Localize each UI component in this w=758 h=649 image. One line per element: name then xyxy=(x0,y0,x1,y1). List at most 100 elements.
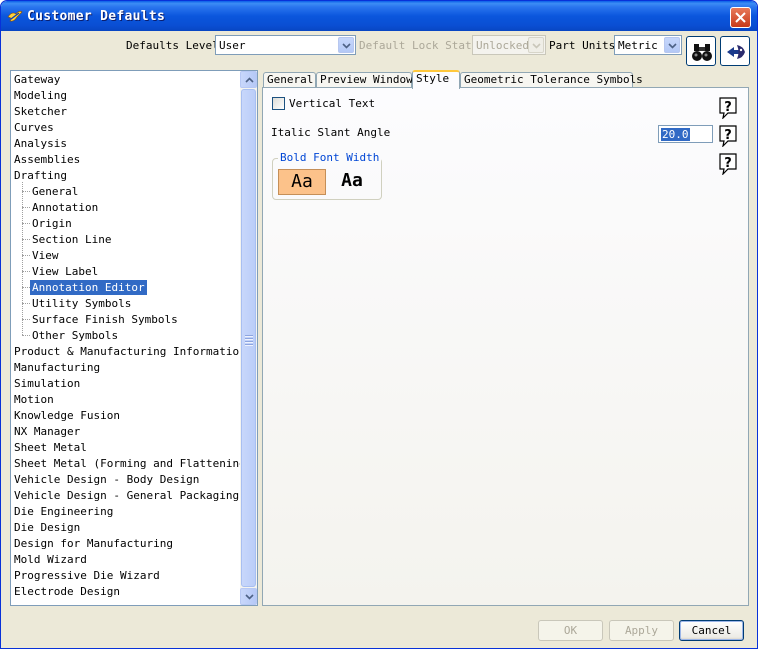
scroll-thumb[interactable] xyxy=(241,89,256,587)
tab-general[interactable]: General xyxy=(263,72,316,88)
tree-item[interactable]: Motion xyxy=(12,392,56,407)
tree-connector xyxy=(22,319,30,320)
window-title: Customer Defaults xyxy=(27,9,166,24)
tree-item[interactable]: Origin xyxy=(30,216,74,231)
defaults-level-label: Defaults Level xyxy=(126,39,219,52)
tree-item[interactable]: Gateway xyxy=(12,72,62,87)
chevron-down-icon xyxy=(342,43,351,49)
tree-item[interactable]: Sheet Metal xyxy=(12,440,89,455)
title-bar[interactable]: Customer Defaults xyxy=(1,1,757,31)
tree-item[interactable]: Surface Finish Symbols xyxy=(30,312,180,327)
svg-text:?: ? xyxy=(724,156,732,171)
question-help-icon[interactable]: ? xyxy=(718,153,738,175)
part-units-dropdown-button[interactable] xyxy=(664,37,680,53)
tree-item[interactable]: Section Line xyxy=(30,232,113,247)
close-icon xyxy=(735,12,746,23)
italic-slant-angle-input[interactable]: 20.0 xyxy=(658,125,713,143)
part-units-select[interactable]: Metric xyxy=(614,35,682,55)
bold-width-normal-button[interactable]: Aa xyxy=(278,169,326,195)
app-logo-icon xyxy=(7,11,23,22)
scroll-up-button[interactable] xyxy=(240,71,257,88)
part-units-value: Metric xyxy=(618,39,658,52)
tree-item[interactable]: Manufacturing xyxy=(12,360,102,375)
bold-width-thick-button[interactable]: Aa xyxy=(328,169,376,195)
tree-item[interactable]: Vehicle Design - General Packaging xyxy=(12,488,241,503)
tree-connector xyxy=(22,207,30,208)
chevron-down-icon xyxy=(668,43,677,49)
tree-item[interactable]: Mold Wizard xyxy=(12,552,89,567)
defaults-level-value: User xyxy=(219,39,246,52)
chevron-up-icon xyxy=(245,77,254,83)
tree-connector xyxy=(22,287,30,288)
tree-item[interactable]: Modeling xyxy=(12,88,69,103)
tree-connector xyxy=(22,239,30,240)
chevron-down-icon xyxy=(245,594,254,600)
bold-font-width-group: Bold Font Width Aa Aa xyxy=(272,151,382,200)
tree-item[interactable]: Die Engineering xyxy=(12,504,115,519)
tree-item[interactable]: Drafting xyxy=(12,168,69,183)
ok-button[interactable]: OK xyxy=(538,620,603,641)
svg-text:?: ? xyxy=(724,100,732,115)
lock-state-value: Unlocked xyxy=(476,39,529,52)
tree-item[interactable]: Product & Manufacturing Information xyxy=(12,344,248,359)
tree-item[interactable]: Electrode Design xyxy=(12,584,122,599)
tree-connector xyxy=(22,223,30,224)
cancel-button[interactable]: Cancel xyxy=(679,620,744,641)
style-tab-panel: Vertical Text ? Italic Slant Angle 20.0 … xyxy=(262,87,749,606)
tree-item[interactable]: View xyxy=(30,248,61,263)
tree-connector xyxy=(22,303,30,304)
category-tree[interactable]: Gateway Modeling Sketcher Curves Analysis Ass… xyxy=(10,70,258,606)
tree-item[interactable]: Annotation Editor xyxy=(30,280,147,295)
scroll-down-button[interactable] xyxy=(240,588,257,605)
tree-item[interactable]: Assemblies xyxy=(12,152,82,167)
question-help-icon[interactable]: ? xyxy=(718,125,738,147)
tree-item[interactable]: Knowledge Fusion xyxy=(12,408,122,423)
tree-item[interactable]: Simulation xyxy=(12,376,82,391)
part-units-label: Part Units xyxy=(549,39,616,52)
vertical-text-label[interactable]: Vertical Text xyxy=(289,97,375,110)
italic-slant-angle-value: 20.0 xyxy=(661,128,690,141)
tree-item[interactable]: General xyxy=(30,184,80,199)
tree-item[interactable]: Analysis xyxy=(12,136,69,151)
tree-item[interactable]: View Label xyxy=(30,264,100,279)
tree-item[interactable]: Design for Manufacturing xyxy=(12,536,175,551)
binoculars-icon xyxy=(692,44,712,61)
tree-item[interactable]: NX Manager xyxy=(12,424,82,439)
find-button[interactable] xyxy=(686,36,716,66)
lock-state-select: Unlocked xyxy=(472,35,546,55)
tree-connector xyxy=(22,191,30,192)
italic-slant-angle-label: Italic Slant Angle xyxy=(271,126,391,139)
scroll-grip-icon xyxy=(245,334,253,346)
tree-item[interactable]: Sketcher xyxy=(12,104,69,119)
lock-state-label: Default Lock State xyxy=(359,39,479,52)
tree-item[interactable]: Sheet Metal (Forming and Flattening) xyxy=(12,456,254,471)
tree-item[interactable]: Utility Symbols xyxy=(30,296,133,311)
close-button[interactable] xyxy=(730,7,751,28)
tree-item[interactable]: Other Symbols xyxy=(30,328,120,343)
tree-item[interactable]: Curves xyxy=(12,120,56,135)
tree-connector xyxy=(22,271,30,272)
tree-connector xyxy=(22,335,30,336)
defaults-level-dropdown-button[interactable] xyxy=(338,37,354,53)
manage-button[interactable] xyxy=(720,36,750,66)
question-help-icon[interactable]: ? xyxy=(718,97,738,119)
apply-button[interactable]: Apply xyxy=(609,620,674,641)
tree-scrollbar[interactable] xyxy=(240,71,257,605)
tree-item[interactable]: Vehicle Design - Body Design xyxy=(12,472,201,487)
tree-connector xyxy=(22,255,30,256)
tree-item[interactable]: Annotation xyxy=(30,200,100,215)
lock-state-dropdown-button xyxy=(528,37,544,53)
tree-item[interactable]: Die Design xyxy=(12,520,82,535)
tab-geometric-tolerance-symbols[interactable]: Geometric Tolerance Symbols xyxy=(460,72,643,88)
customer-defaults-dialog: Customer Defaults Defaults Level User De… xyxy=(0,0,758,649)
tab-style[interactable]: Style xyxy=(412,70,460,89)
svg-text:?: ? xyxy=(724,128,732,143)
chevron-down-icon xyxy=(532,43,541,49)
defaults-level-select[interactable]: User xyxy=(215,35,356,55)
tree-item[interactable]: Progressive Die Wizard xyxy=(12,568,162,583)
tree-connector xyxy=(22,182,23,335)
bird-arrow-icon xyxy=(727,45,745,59)
bold-font-width-label: Bold Font Width xyxy=(278,151,382,164)
tab-preview-window[interactable]: Preview Window xyxy=(316,72,413,88)
vertical-text-checkbox[interactable] xyxy=(272,97,285,110)
